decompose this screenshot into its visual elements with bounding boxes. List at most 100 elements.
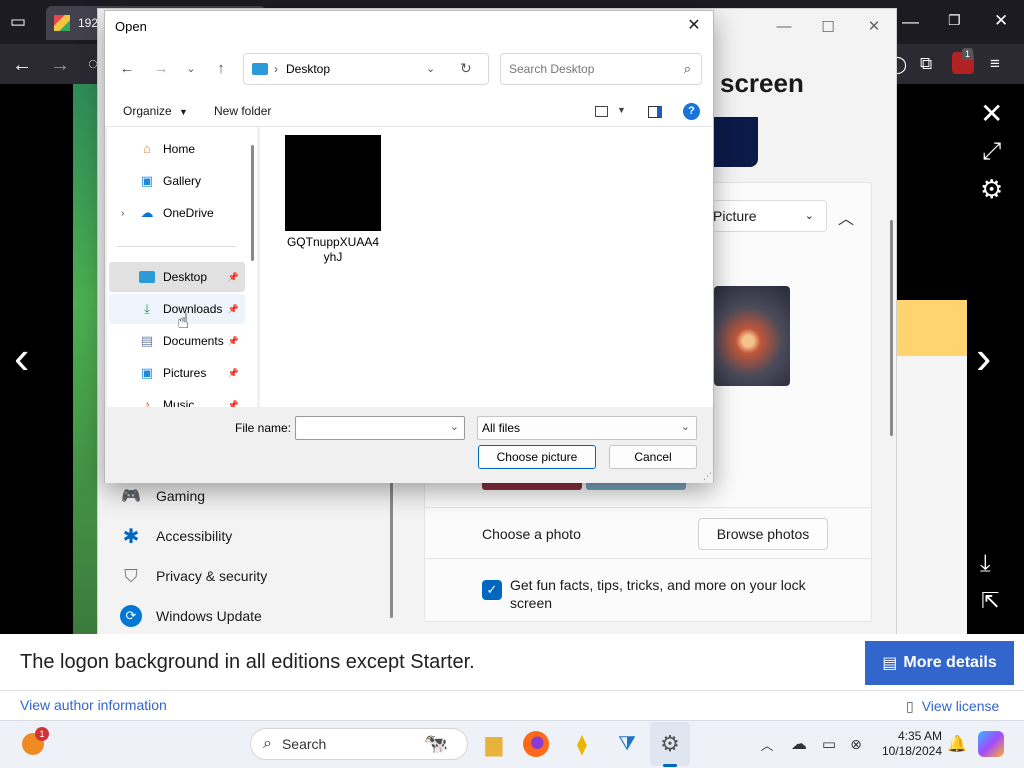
nav-item-label: Windows Update (156, 608, 262, 624)
nav-scrollbar[interactable] (390, 480, 393, 618)
address-bar[interactable]: › Desktop ⌄ ↻ (243, 53, 489, 85)
nav-pane-item-gallery[interactable]: ▣ Gallery (109, 166, 245, 196)
desktop-icon (252, 63, 268, 75)
view-mode-icon[interactable] (595, 106, 608, 117)
license-label: View license (921, 698, 1000, 714)
fun-facts-checkbox[interactable]: ✓ (482, 580, 502, 600)
recent-image-thumbnail[interactable] (586, 482, 686, 490)
browser-minimize-icon[interactable]: — (902, 13, 919, 30)
display-icon[interactable]: ▭ (814, 729, 844, 759)
organize-button[interactable]: Organize ▼ (123, 104, 188, 118)
new-folder-button[interactable]: New folder (214, 104, 271, 118)
choose-picture-button[interactable]: Choose picture (478, 445, 596, 469)
back-arrow-icon[interactable]: ← (115, 57, 139, 81)
pictures-icon: ▣ (140, 365, 154, 380)
more-details-button[interactable]: ▤ More details (865, 641, 1014, 685)
dialog-close-icon[interactable]: ✕ (681, 15, 707, 39)
help-icon[interactable]: ? (683, 103, 700, 120)
address-dropdown-icon[interactable]: ⌄ (426, 62, 435, 75)
personalize-dropdown[interactable]: Picture ⌄ (702, 200, 827, 232)
tab-overview-icon[interactable]: ▭ (10, 13, 26, 30)
onedrive-icon: ☁ (140, 205, 154, 220)
expand-icon[interactable]: ⤢ (982, 140, 1001, 164)
desktop-icon (139, 271, 155, 283)
nav-pane-item-home[interactable]: ⌂ Home (109, 134, 245, 164)
settings-close-icon[interactable]: ✕ (854, 17, 894, 35)
nav-pane-item-pictures[interactable]: ▣ Pictures 📌 (109, 358, 245, 388)
scrollbar[interactable] (890, 220, 893, 436)
recent-image-thumbnail[interactable] (482, 482, 582, 490)
share-icon[interactable]: ⇱ (981, 590, 999, 612)
nav-item-windows-update[interactable]: ⟳ Windows Update (120, 596, 380, 636)
browse-photos-button[interactable]: Browse photos (698, 518, 828, 550)
license-icon: ▯ (906, 698, 914, 714)
chevron-down-icon[interactable]: ⌄ (450, 420, 459, 433)
settings-gear-icon[interactable]: ⚙ (655, 729, 685, 759)
forward-icon[interactable]: → (50, 55, 70, 75)
volume-muted-icon[interactable]: ⊗ (841, 729, 871, 759)
file-type-select[interactable]: All files ⌄ (477, 416, 697, 440)
chevron-down-icon: ⌄ (804, 210, 814, 222)
divider (424, 507, 872, 508)
previous-arrow-icon[interactable]: ‹ (14, 334, 29, 380)
viewer-settings-gear-icon[interactable]: ⚙ (980, 176, 1003, 202)
view-author-link[interactable]: View author information (20, 697, 167, 713)
recent-image-thumbnail[interactable] (714, 286, 790, 386)
search-input[interactable]: Search Desktop ⌕ (500, 53, 702, 85)
notification-bell-icon[interactable]: 🔔 (942, 729, 972, 759)
chevron-up-icon[interactable]: ︿ (838, 205, 854, 229)
back-icon[interactable]: ← (12, 55, 32, 75)
download-icon[interactable]: ⤓ (980, 552, 991, 576)
image-caption: The logon background in all editions exc… (20, 651, 475, 673)
view-dropdown-icon[interactable]: ▼ (617, 105, 626, 115)
browser-restore-icon[interactable]: ❐ (948, 13, 961, 27)
settings-minimize-icon[interactable]: — (764, 18, 804, 35)
up-arrow-icon[interactable]: ↑ (209, 57, 233, 81)
copilot-icon[interactable] (978, 731, 1004, 757)
nav-pane-label: OneDrive (163, 206, 214, 220)
preview-pane-icon[interactable] (648, 106, 662, 118)
extensions-icon[interactable]: ⧉ (920, 55, 932, 72)
nav-pane-item-onedrive[interactable]: › ☁ OneDrive (109, 198, 245, 228)
expand-chevron-icon[interactable]: › (121, 208, 124, 219)
browser-close-icon[interactable]: ✕ (994, 12, 1008, 29)
file-type-value: All files (482, 421, 521, 435)
filename-input[interactable]: ⌄ (295, 416, 465, 440)
nav-item-label: Privacy & security (156, 568, 268, 584)
clock[interactable]: 4:35 AM 10/18/2024 (872, 729, 942, 759)
chevron-up-icon[interactable]: ︿ (752, 729, 782, 759)
viewer-close-icon[interactable]: ✕ (980, 100, 1003, 128)
recent-locations-chevron-icon[interactable]: ⌄ (179, 57, 203, 81)
nav-pane-scrollbar[interactable] (251, 145, 254, 261)
nav-pane-item-music[interactable]: ♪ Music 📌 (109, 390, 245, 407)
nav-pane-item-desktop[interactable]: Desktop 📌 (109, 262, 245, 292)
menu-icon[interactable]: ≡ (990, 55, 1000, 72)
ublock-icon[interactable]: 1 (952, 48, 974, 74)
update-icon: ⟳ (120, 605, 142, 627)
settings-maximize-icon[interactable]: ☐ (808, 18, 848, 36)
view-license-link[interactable]: ▯ View license (906, 698, 999, 715)
file-item[interactable]: GQTnuppXUAA4 yhJ (283, 135, 383, 265)
pin-icon: 📌 (227, 367, 239, 378)
network-off-icon[interactable]: ☁ (784, 729, 814, 759)
firefox-icon[interactable] (523, 731, 549, 757)
file-thumbnail (285, 135, 381, 231)
breadcrumb[interactable]: Desktop (286, 62, 330, 76)
file-explorer-icon[interactable]: ▆ (479, 729, 509, 759)
app-icon[interactable]: ⧫ (567, 729, 597, 759)
nav-item-privacy[interactable]: ⛉ Privacy & security (120, 556, 380, 596)
weather-widget-icon[interactable]: 1 (18, 727, 49, 759)
start-icon[interactable] (211, 731, 237, 757)
file-name-line: GQTnuppXUAA4 (286, 235, 380, 249)
resize-grip-icon[interactable]: ⋰ (703, 471, 712, 482)
nav-item-accessibility[interactable]: ✱ Accessibility (120, 516, 380, 556)
cancel-button[interactable]: Cancel (609, 445, 697, 469)
next-arrow-icon[interactable]: › (976, 334, 991, 380)
taskbar-search[interactable]: ⌕ Search 🐄 (250, 728, 468, 760)
divider (0, 690, 1024, 691)
forward-arrow-icon[interactable]: → (149, 57, 173, 81)
lock-screen-preview (714, 117, 758, 167)
app-icon[interactable]: ⧩ (612, 729, 642, 759)
search-placeholder: Search Desktop (509, 62, 595, 76)
refresh-icon[interactable]: ↻ (460, 60, 472, 77)
